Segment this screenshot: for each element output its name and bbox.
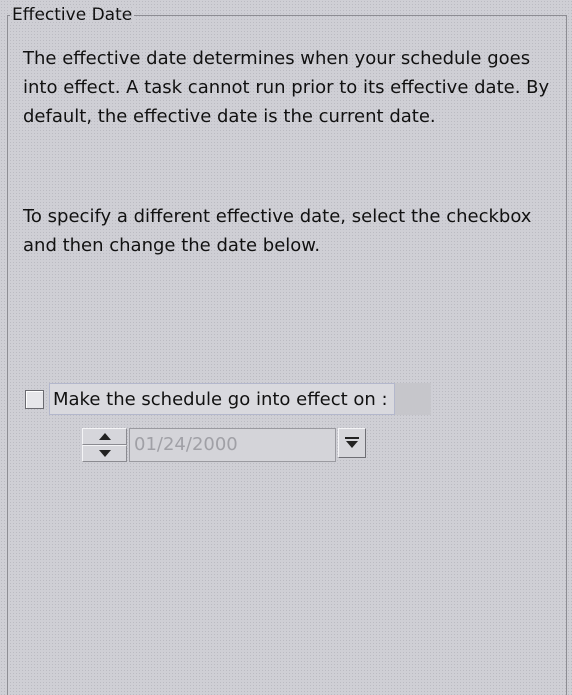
date-field[interactable]: 01/24/2000 [129,428,336,462]
groupbox-title: Effective Date [10,5,135,25]
chevron-down-icon [345,437,359,448]
label-focus-tail [394,383,431,415]
date-dropdown-button[interactable] [338,428,366,458]
date-picker: 01/24/2000 [82,428,366,462]
effective-date-checkbox[interactable] [25,389,44,409]
description-paragraph-2: To specify a different effective date, s… [23,206,532,256]
effective-date-checkbox-label[interactable]: Make the schedule go into effect on : [49,383,395,415]
date-spinner [82,428,127,462]
description-paragraph-1: The effective date determines when your … [23,48,550,127]
triangle-down-icon [98,450,111,457]
effective-date-checkbox-row: Make the schedule go into effect on : [25,383,431,415]
spin-down-button[interactable] [82,445,127,462]
triangle-up-icon [98,433,111,440]
spin-up-button[interactable] [82,428,127,445]
